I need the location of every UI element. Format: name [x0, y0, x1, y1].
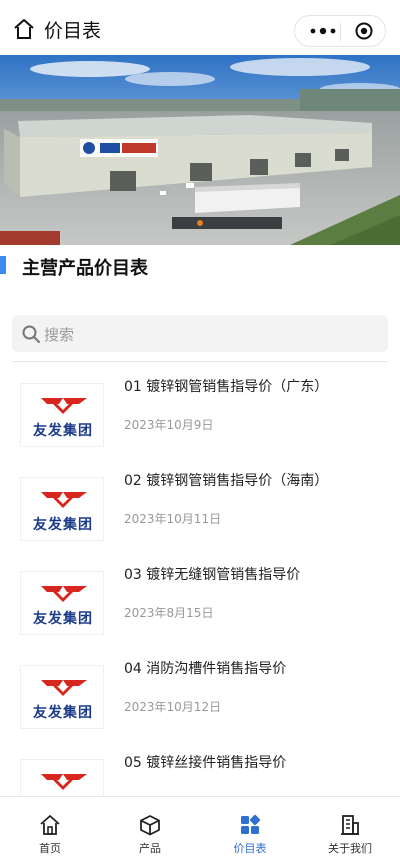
list-item[interactable]: 友发集团 02 镀锌钢管销售指导价（海南） 2023年10月11日 — [0, 464, 400, 558]
product-date: 2023年10月9日 — [124, 418, 214, 432]
product-date: 2023年8月15日 — [124, 606, 214, 620]
home-icon — [40, 815, 60, 835]
mini-program-capsule — [294, 15, 386, 47]
product-title: 02 镀锌钢管销售指导价（海南） — [124, 473, 329, 489]
product-title: 04 消防沟槽件销售指导价 — [124, 661, 287, 677]
product-thumbnail: 友发集团 — [20, 665, 104, 729]
logo-text: 友发集团 — [33, 517, 93, 533]
grid-icon — [241, 814, 261, 834]
tab-home[interactable]: 首页 — [0, 797, 100, 865]
more-dots-icon[interactable] — [309, 25, 337, 37]
home-icon[interactable] — [12, 17, 36, 41]
tab-label: 关于我们 — [328, 842, 372, 855]
cube-icon — [140, 815, 160, 836]
search-icon — [22, 325, 40, 343]
nav-header: 价目表 — [0, 0, 400, 55]
list-item[interactable]: 友发集团 04 消防沟槽件销售指导价 2023年10月12日 — [0, 652, 400, 746]
product-thumbnail: 友发集团 — [20, 383, 104, 447]
logo-text: 友发集团 — [33, 705, 93, 721]
product-title: 01 镀锌钢管销售指导价（广东） — [124, 379, 329, 395]
search-input[interactable]: 搜索 — [12, 315, 388, 352]
product-thumbnail: 友发集团 — [20, 477, 104, 541]
bottom-tab-bar: 首页 产品 价目表 关于我们 — [0, 796, 400, 864]
product-date: 2023年10月12日 — [124, 700, 222, 714]
section-accent-bar — [0, 256, 6, 274]
tab-label: 首页 — [39, 842, 61, 855]
product-thumbnail: 友发集团 — [20, 571, 104, 635]
divider — [12, 361, 388, 362]
logo-text: 友发集团 — [33, 423, 93, 439]
youfa-logo-icon — [41, 680, 87, 696]
logo-text: 友发集团 — [33, 611, 93, 627]
tab-price-list[interactable]: 价目表 — [200, 797, 300, 865]
tab-label: 价目表 — [233, 842, 267, 855]
product-date: 2023年10月11日 — [124, 512, 222, 526]
youfa-logo-icon — [41, 586, 87, 602]
product-title: 05 镀锌丝接件销售指导价 — [124, 755, 287, 771]
youfa-logo-icon — [41, 492, 87, 508]
section-title: 主营产品价目表 — [22, 258, 148, 279]
factory-banner-image — [0, 55, 400, 245]
building-icon — [341, 815, 359, 835]
youfa-logo-icon — [41, 774, 87, 790]
tab-label: 产品 — [139, 842, 161, 855]
product-title: 03 镀锌无缝钢管销售指导价 — [124, 567, 301, 583]
tab-about-us[interactable]: 关于我们 — [300, 797, 400, 865]
youfa-logo-icon — [41, 398, 87, 414]
search-placeholder: 搜索 — [44, 326, 75, 344]
list-item[interactable]: 友发集团 01 镀锌钢管销售指导价（广东） 2023年10月9日 — [0, 370, 400, 464]
target-circle-icon[interactable] — [355, 22, 373, 40]
tab-products[interactable]: 产品 — [100, 797, 200, 865]
list-item[interactable]: 友发集团 03 镀锌无缝钢管销售指导价 2023年8月15日 — [0, 558, 400, 652]
page-title: 价目表 — [44, 20, 102, 42]
product-list: 友发集团 01 镀锌钢管销售指导价（广东） 2023年10月9日 友发集团 02… — [0, 370, 400, 840]
capsule-divider — [340, 23, 341, 41]
